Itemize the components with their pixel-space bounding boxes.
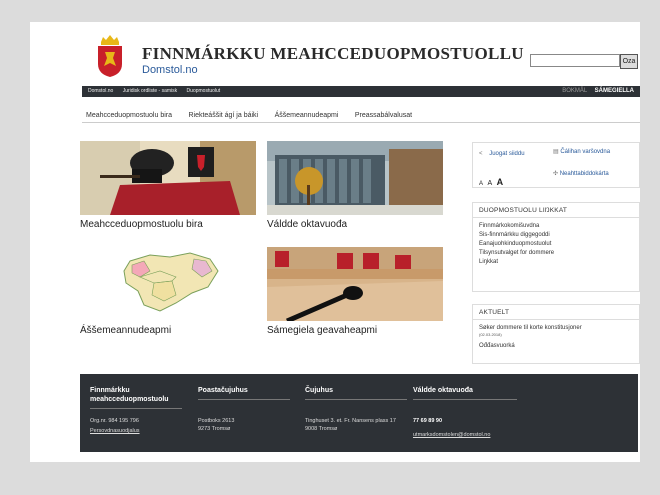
footer-org-number: Org.nr. 984 195 796 (90, 418, 139, 424)
court-links-box: DUOPMOSTUOLU LIŊKKAT Finnmárkokomišuvdna… (472, 202, 640, 292)
tile-caption-sami-language[interactable]: Sámegiela geavaheapmi (267, 325, 377, 336)
footer-col-contact: Váldde oktavuođa 77 69 89 90 utmarksdoms… (413, 386, 517, 439)
top-link-ordliste[interactable]: Juridisk ordliste - samisk (123, 88, 177, 94)
print-link[interactable]: ▤ Čálihan varšovdna (553, 149, 623, 156)
site-header: FINNMÁRKKU MEAHCCEDUOPMOSTUOLLU Domstol.… (30, 22, 640, 86)
font-size-medium[interactable]: A (487, 180, 492, 187)
top-links: Domstol.no Juridisk ordliste - samisk Du… (88, 88, 228, 94)
court-link-item[interactable]: Liŋkkat (473, 256, 639, 265)
top-bar: Domstol.no Juridisk ordliste - samisk Du… (82, 86, 640, 97)
news-more-link[interactable]: Ođđasvuorká (473, 340, 639, 349)
share-icon: < (479, 151, 483, 157)
footer-address-line2: 9008 Tromsø (305, 426, 338, 432)
footer-postal-line1: Postboks 2613 (198, 418, 235, 424)
tile-image-map[interactable] (80, 247, 244, 321)
footer-postal-title: Poastačujuhus (198, 386, 290, 400)
print-label: Čálihan varšovdna (560, 149, 611, 155)
sitemap-link[interactable]: ✣ Neahttabiddokárta (553, 170, 609, 177)
footer-phone[interactable]: 77 69 89 90 (413, 418, 517, 425)
court-link-item[interactable]: Finnmárkokomišuvdna (473, 220, 639, 229)
site-footer: Finnmárkku meahcceduopmostuolu Org.nr. 9… (80, 374, 638, 452)
share-link[interactable]: < Juogat siiddu (479, 151, 525, 157)
share-label: Juogat siiddu (489, 151, 525, 157)
court-link-item[interactable]: Eanajuohkinduopmostuolut (473, 238, 639, 247)
search-input[interactable] (530, 54, 620, 67)
footer-address-title: Čujuhus (305, 386, 407, 400)
font-size-small[interactable]: A (479, 181, 483, 187)
site-subtitle[interactable]: Domstol.no (142, 64, 198, 76)
font-size-large[interactable]: A (497, 177, 504, 187)
news-date: (02.03.2018) (479, 332, 502, 337)
language-switcher: BOKMÅL SÁMEGIELLA (562, 88, 634, 94)
footer-col-address: Čujuhus Tinghuset 3. et. Fr. Nansens pla… (305, 386, 407, 433)
nav-item-about[interactable]: Meahcceduopmostuolu bira (86, 112, 172, 119)
font-size-controls: A A A (479, 172, 503, 190)
news-title: AKTUELT (473, 305, 639, 320)
nav-item-press[interactable]: Preassabálvalusat (355, 112, 412, 119)
tile-image-gavel[interactable] (80, 141, 256, 215)
language-samegiella[interactable]: SÁMEGIELLA (595, 88, 634, 94)
footer-privacy-link[interactable]: Persovdnasuodjalus (90, 428, 182, 435)
tools-box: < Juogat siiddu ▤ Čálihan varšovdna A A … (472, 142, 640, 188)
print-icon: ▤ (553, 149, 559, 155)
news-headline[interactable]: Søker dommere til korte konstitusjoner (473, 322, 639, 331)
footer-court-title: Finnmárkku meahcceduopmostuolu (90, 386, 182, 409)
coat-of-arms-logo[interactable] (95, 34, 125, 78)
footer-col-court: Finnmárkku meahcceduopmostuolu Org.nr. 9… (90, 386, 182, 435)
footer-email-link[interactable]: utmarksdomstolen@domstol.no (413, 432, 517, 439)
site-title[interactable]: FINNMÁRKKU MEAHCCEDUOPMOSTUOLLU (142, 44, 524, 64)
nav-item-procedure[interactable]: Áššemeannudeapmi (275, 112, 339, 119)
footer-col-postal: Poastačujuhus Postboks 2613 9273 Tromsø (198, 386, 290, 433)
footer-postal-line2: 9273 Tromsø (198, 426, 231, 432)
search-button[interactable]: Oza (620, 54, 638, 69)
page: FINNMÁRKKU MEAHCCEDUOPMOSTUOLLU Domstol.… (30, 22, 640, 462)
court-link-item[interactable]: Sis-finnmárkku diggegoddi (473, 229, 639, 238)
sitemap-label: Neahttabiddokárta (559, 171, 609, 177)
tile-image-building[interactable] (267, 141, 443, 215)
footer-address-line1: Tinghuset 3. et. Fr. Nansens plass 17 (305, 418, 396, 424)
footer-contact-title: Váldde oktavuođa (413, 386, 517, 400)
main-navigation: Meahcceduopmostuolu bira Riekteáššit ágí… (82, 104, 640, 123)
sitemap-icon: ✣ (553, 171, 559, 177)
tile-caption-procedure[interactable]: Áššemeannudeapmi (80, 325, 171, 336)
language-bokmal[interactable]: BOKMÅL (562, 88, 587, 94)
tile-image-courtroom[interactable] (267, 247, 443, 321)
news-box: AKTUELT Søker dommere til korte konstitu… (472, 304, 640, 364)
court-link-item[interactable]: Tilsynsutvalget for dommere (473, 247, 639, 256)
tile-caption-about[interactable]: Meahcceduopmostuolu bira (80, 219, 203, 230)
nav-item-cases[interactable]: Riekteáššit ágí ja báiki (188, 112, 258, 119)
top-link-duopmostuolut[interactable]: Duopmostuolut (187, 88, 221, 94)
tile-caption-contact[interactable]: Váldde oktavuođa (267, 219, 347, 230)
top-link-domstol[interactable]: Domstol.no (88, 88, 113, 94)
court-links-title: DUOPMOSTUOLU LIŊKKAT (473, 203, 639, 218)
